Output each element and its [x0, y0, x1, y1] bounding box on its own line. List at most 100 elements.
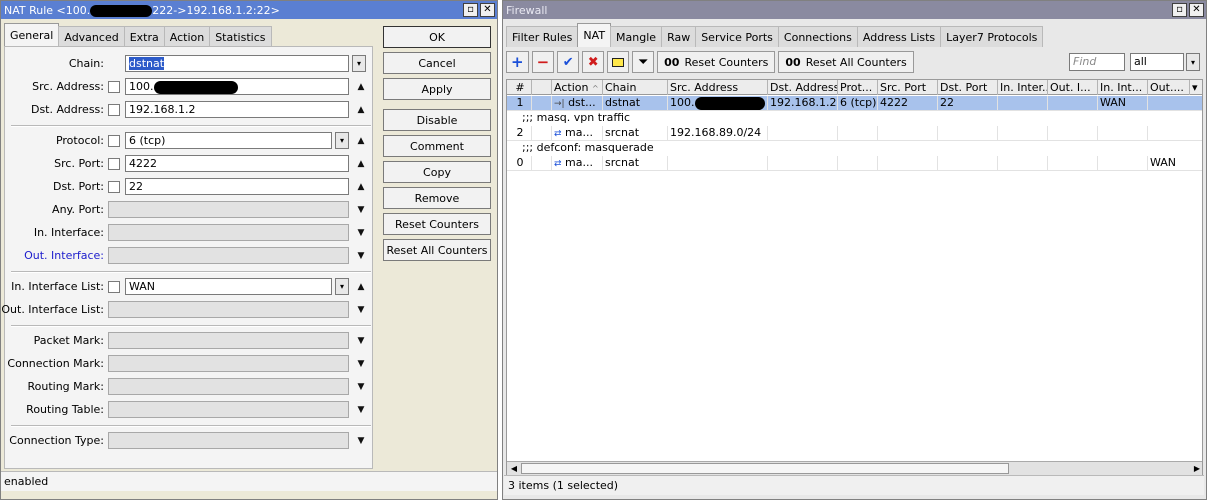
note-icon[interactable] — [607, 51, 630, 73]
tab-extra[interactable]: Extra — [123, 26, 165, 47]
expand-down-icon[interactable]: ▼ — [355, 434, 367, 448]
out-interface-list-select[interactable] — [108, 301, 349, 318]
reset-all-counters-button[interactable]: Reset All Counters — [383, 239, 491, 261]
plus-icon[interactable]: + — [506, 51, 529, 73]
reset-all-counters-toolbar-button[interactable]: 00 Reset All Counters — [778, 51, 914, 73]
tab-nat[interactable]: NAT — [577, 23, 612, 47]
src-address-input[interactable]: 100. — [125, 78, 349, 95]
col-out-interface[interactable]: Out. I... — [1048, 80, 1098, 95]
dst-address-negate-checkbox[interactable] — [108, 104, 120, 116]
comment-button[interactable]: Comment — [383, 135, 491, 157]
copy-button[interactable]: Copy — [383, 161, 491, 183]
check-icon[interactable]: ✔ — [557, 51, 580, 73]
col-flags[interactable] — [532, 80, 552, 95]
in-interface-select[interactable] — [108, 224, 349, 241]
tab-service-ports[interactable]: Service Ports — [695, 26, 779, 47]
expand-down-icon[interactable]: ▼ — [355, 357, 367, 371]
x-icon[interactable]: ✖ — [582, 51, 605, 73]
dst-port-input[interactable]: 22 — [125, 178, 349, 195]
protocol-select[interactable]: 6 (tcp) — [125, 132, 332, 149]
tab-address-lists[interactable]: Address Lists — [856, 26, 942, 47]
find-input[interactable]: Find — [1069, 53, 1125, 71]
src-address-negate-checkbox[interactable] — [108, 81, 120, 93]
scroll-left-icon[interactable]: ◀ — [507, 462, 521, 475]
funnel-icon[interactable]: ⏷ — [632, 51, 655, 73]
collapse-up-icon[interactable]: ▲ — [355, 80, 367, 94]
collapse-up-icon[interactable]: ▲ — [355, 280, 367, 294]
comment-row[interactable]: ;;; masq. vpn traffic — [507, 111, 1202, 126]
expand-down-icon[interactable]: ▼ — [355, 203, 367, 217]
window-icon[interactable]: ▫ — [463, 3, 478, 17]
disable-button[interactable]: Disable — [383, 109, 491, 131]
col-out-interface-list[interactable]: Out.... — [1148, 80, 1190, 95]
reset-counters-toolbar-button[interactable]: 00 Reset Counters — [657, 51, 776, 73]
scroll-right-icon[interactable]: ▶ — [1190, 462, 1202, 475]
col-number[interactable]: # — [507, 80, 532, 95]
ok-button[interactable]: OK — [383, 26, 491, 48]
tab-advanced[interactable]: Advanced — [58, 26, 125, 47]
columns-dropdown-icon[interactable]: ▾ — [1190, 80, 1202, 95]
any-port-input[interactable] — [108, 201, 349, 218]
table-row[interactable]: 2 ⇄ ma... srcnat 192.168.89.0/24 — [507, 126, 1202, 141]
chain-select[interactable]: dstnat — [125, 55, 349, 72]
table-row[interactable]: 0 ⇄ ma... srcnat WAN — [507, 156, 1202, 171]
tab-raw[interactable]: Raw — [661, 26, 697, 47]
reset-counters-button[interactable]: Reset Counters — [383, 213, 491, 235]
expand-down-icon[interactable]: ▼ — [355, 334, 367, 348]
routing-mark-select[interactable] — [108, 378, 349, 395]
protocol-negate-checkbox[interactable] — [108, 135, 120, 147]
nat-rule-titlebar[interactable]: NAT Rule <100. 222->192.168.1.2:22> ▫ ✕ — [1, 1, 497, 19]
close-icon[interactable]: ✕ — [1189, 3, 1204, 17]
apply-button[interactable]: Apply — [383, 78, 491, 100]
minus-icon[interactable]: − — [531, 51, 555, 73]
expand-down-icon[interactable]: ▼ — [355, 303, 367, 317]
comment-row[interactable]: ;;; defconf: masquerade — [507, 141, 1202, 156]
col-dst-address[interactable]: Dst. Address — [768, 80, 838, 95]
filter-dropdown-icon[interactable]: ▾ — [1186, 53, 1200, 71]
connection-type-select[interactable] — [108, 432, 349, 449]
chain-dropdown-icon[interactable]: ▾ — [352, 55, 366, 72]
protocol-dropdown-icon[interactable]: ▾ — [335, 132, 349, 149]
collapse-up-icon[interactable]: ▲ — [355, 157, 367, 171]
collapse-up-icon[interactable]: ▲ — [355, 180, 367, 194]
col-action[interactable]: Action ^ — [552, 80, 603, 95]
col-src-address[interactable]: Src. Address — [668, 80, 768, 95]
src-port-negate-checkbox[interactable] — [108, 158, 120, 170]
remove-button[interactable]: Remove — [383, 187, 491, 209]
expand-down-icon[interactable]: ▼ — [355, 380, 367, 394]
expand-down-icon[interactable]: ▼ — [355, 226, 367, 240]
in-interface-list-negate-checkbox[interactable] — [108, 281, 120, 293]
scrollbar-thumb[interactable] — [521, 463, 1009, 474]
table-row[interactable]: 1 →| dst... dstnat 100. 192.168.1.2 6 (t… — [507, 96, 1202, 111]
src-port-input[interactable]: 4222 — [125, 155, 349, 172]
filter-select[interactable]: all — [1130, 53, 1184, 71]
in-interface-list-dropdown-icon[interactable]: ▾ — [335, 278, 349, 295]
tab-general[interactable]: General — [4, 23, 60, 47]
routing-table-select[interactable] — [108, 401, 349, 418]
packet-mark-select[interactable] — [108, 332, 349, 349]
collapse-up-icon[interactable]: ▲ — [355, 103, 367, 117]
collapse-up-icon[interactable]: ▲ — [355, 134, 367, 148]
cancel-button[interactable]: Cancel — [383, 52, 491, 74]
horizontal-scrollbar[interactable]: ◀ ▶ — [507, 461, 1202, 475]
out-interface-select[interactable] — [108, 247, 349, 264]
tab-filter-rules[interactable]: Filter Rules — [506, 26, 579, 47]
dst-port-negate-checkbox[interactable] — [108, 181, 120, 193]
close-icon[interactable]: ✕ — [480, 3, 495, 17]
tab-connections[interactable]: Connections — [777, 26, 858, 47]
col-protocol[interactable]: Prot... — [838, 80, 878, 95]
firewall-titlebar[interactable]: Firewall ▫ ✕ — [503, 1, 1206, 19]
col-dst-port[interactable]: Dst. Port — [938, 80, 998, 95]
expand-down-icon[interactable]: ▼ — [355, 403, 367, 417]
tab-mangle[interactable]: Mangle — [610, 26, 663, 47]
tab-statistics[interactable]: Statistics — [209, 26, 272, 47]
window-icon[interactable]: ▫ — [1172, 3, 1187, 17]
col-src-port[interactable]: Src. Port — [878, 80, 938, 95]
dst-address-input[interactable]: 192.168.1.2 — [125, 101, 349, 118]
tab-layer7-protocols[interactable]: Layer7 Protocols — [940, 26, 1044, 47]
tab-action[interactable]: Action — [163, 26, 211, 47]
connection-mark-select[interactable] — [108, 355, 349, 372]
col-chain[interactable]: Chain — [603, 80, 668, 95]
in-interface-list-select[interactable]: WAN — [125, 278, 332, 295]
col-in-interface[interactable]: In. Inter... — [998, 80, 1048, 95]
